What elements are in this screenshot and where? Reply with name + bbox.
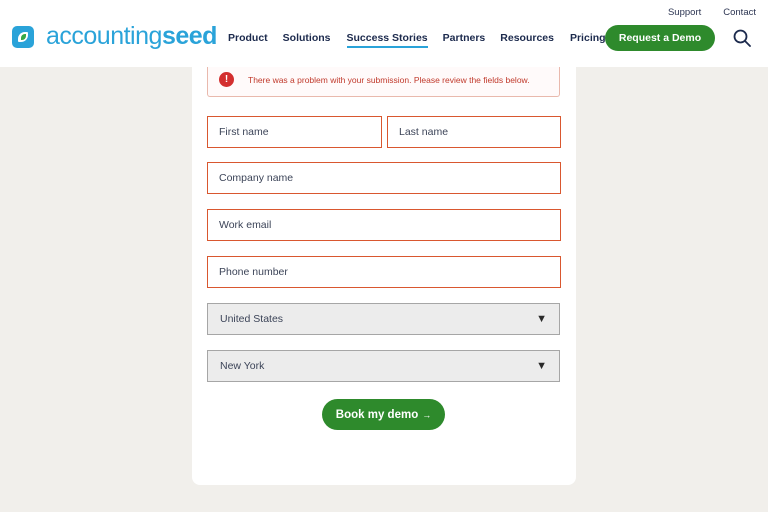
- site-header: Support Contact accountingseed Product S…: [0, 0, 768, 67]
- search-icon[interactable]: [733, 29, 751, 47]
- main-nav: Product Solutions Success Stories Partne…: [228, 32, 606, 48]
- error-message: There was a problem with your submission…: [248, 75, 530, 85]
- state-select-value: New York: [220, 360, 265, 372]
- nav-item-success-stories[interactable]: Success Stories: [346, 32, 428, 48]
- state-select[interactable]: New York ▼: [207, 350, 560, 382]
- book-demo-label: Book my demo: [335, 408, 419, 421]
- support-link[interactable]: Support: [668, 7, 701, 18]
- company-field[interactable]: [207, 162, 561, 194]
- nav-item-solutions[interactable]: Solutions: [283, 32, 331, 48]
- last-name-field[interactable]: [387, 116, 561, 148]
- logo-wordmark-bold: seed: [161, 22, 217, 50]
- logo-mark-icon: [12, 25, 34, 48]
- error-banner: ! There was a problem with your submissi…: [207, 67, 560, 97]
- first-name-input[interactable]: [219, 126, 370, 138]
- request-demo-button[interactable]: Request a Demo: [605, 25, 715, 51]
- contact-link[interactable]: Contact: [723, 7, 756, 18]
- logo-wordmark-light: accounting: [46, 22, 162, 50]
- nav-item-resources[interactable]: Resources: [500, 32, 554, 48]
- utility-nav: Support Contact: [668, 7, 756, 18]
- last-name-input[interactable]: [399, 126, 549, 138]
- first-name-field[interactable]: [207, 116, 382, 148]
- chevron-down-icon: ▼: [536, 313, 547, 325]
- nav-item-pricing[interactable]: Pricing: [570, 32, 606, 48]
- email-field[interactable]: [207, 209, 561, 241]
- phone-field[interactable]: [207, 256, 561, 288]
- chevron-down-icon: ▼: [536, 360, 547, 372]
- company-input[interactable]: [219, 172, 549, 184]
- logo-wordmark: accountingseed: [46, 24, 217, 49]
- logo[interactable]: accountingseed: [12, 24, 217, 49]
- email-input[interactable]: [219, 219, 549, 231]
- country-select-value: United States: [220, 313, 284, 325]
- nav-item-product[interactable]: Product: [228, 32, 268, 48]
- country-select[interactable]: United States ▼: [207, 303, 560, 335]
- book-demo-button[interactable]: Book my demo →: [322, 399, 445, 430]
- nav-item-partners[interactable]: Partners: [443, 32, 486, 48]
- phone-input[interactable]: [219, 266, 549, 278]
- error-icon: !: [219, 72, 234, 87]
- arrow-right-icon: →: [422, 409, 432, 420]
